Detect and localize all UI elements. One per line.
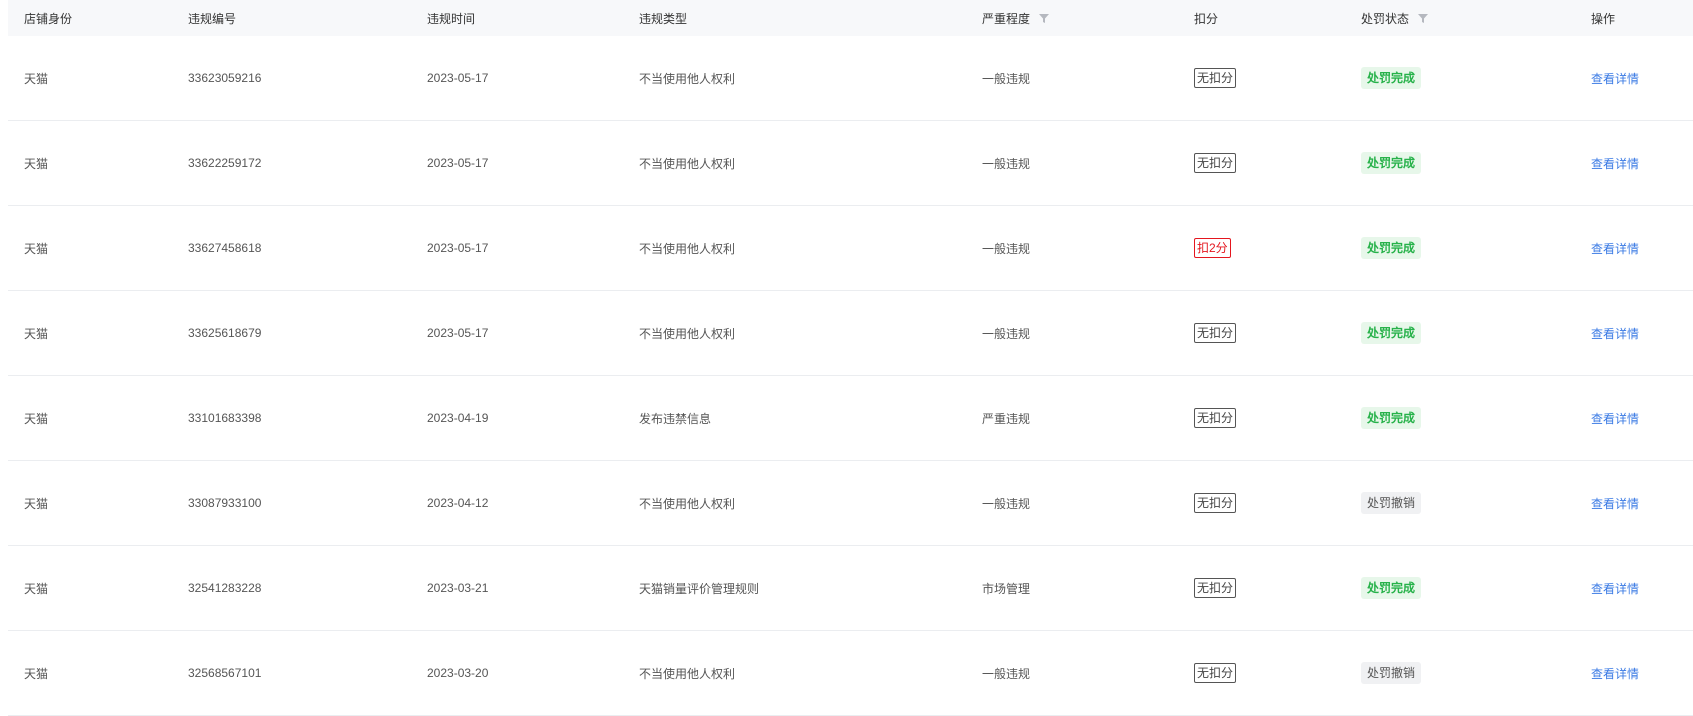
header-severity: 严重程度 [982,10,1194,27]
violation-time: 2023-05-17 [427,156,489,170]
violation-no: 32541283228 [188,581,262,595]
violation-type: 不当使用他人权利 [639,326,736,341]
status-badge: 处罚完成 [1361,322,1422,344]
severity: 一般违规 [982,496,1031,511]
shop-identity: 天猫 [24,241,49,256]
violation-no: 33623059216 [188,71,262,85]
status-badge: 处罚完成 [1361,407,1422,429]
violation-type: 不当使用他人权利 [639,496,736,511]
header-violation-no: 违规编号 [188,11,237,26]
header-shop-identity: 店铺身份 [24,11,73,26]
status-badge: 处罚完成 [1361,237,1422,259]
severity: 严重违规 [982,411,1031,426]
header-severity-label: 严重程度 [982,11,1031,26]
deduction-badge: 无扣分 [1194,493,1237,513]
view-details-link[interactable]: 查看详情 [1591,580,1639,597]
table-header: 店铺身份 违规编号 违规时间 违规类型 严重程度 扣分 处罚状态 操作 [8,0,1693,36]
violation-no: 33101683398 [188,411,262,425]
table-row: 天猫 33627458618 2023-05-17 不当使用他人权利 一般违规 扣2分 处罚… [8,206,1693,291]
shop-identity: 天猫 [24,71,49,86]
severity: 一般违规 [982,241,1031,256]
deduction-badge: 无扣分 [1194,68,1237,88]
shop-identity: 天猫 [24,666,49,681]
deduction-badge: 扣2分 [1194,238,1231,258]
violation-no: 33627458618 [188,241,262,255]
violation-time: 2023-05-17 [427,71,489,85]
violation-type: 不当使用他人权利 [639,71,736,86]
violation-time: 2023-04-12 [427,496,489,510]
violation-type: 不当使用他人权利 [639,156,736,171]
deduction-badge: 无扣分 [1194,153,1237,173]
severity: 一般违规 [982,326,1031,341]
table-row: 天猫 32568567101 2023-03-20 不当使用他人权利 一般违规 无扣分 处罚… [8,631,1693,716]
violation-type: 天猫销量评价管理规则 [639,581,760,596]
table-row: 天猫 32541283228 2023-03-21 天猫销量评价管理规则 市场管理 无扣分… [8,546,1693,631]
header-status-label: 处罚状态 [1361,11,1410,26]
deduction-badge: 无扣分 [1194,663,1237,683]
severity: 一般违规 [982,666,1031,681]
severity: 一般违规 [982,156,1031,171]
header-violation-time: 违规时间 [427,11,476,26]
shop-identity: 天猫 [24,496,49,511]
shop-identity: 天猫 [24,326,49,341]
severity: 一般违规 [982,71,1031,86]
violations-table: 店铺身份 违规编号 违规时间 违规类型 严重程度 扣分 处罚状态 操作 天猫 33… [8,0,1693,716]
table-row: 天猫 33625618679 2023-05-17 不当使用他人权利 一般违规 无扣分 处罚… [8,291,1693,376]
table-row: 天猫 33623059216 2023-05-17 不当使用他人权利 一般违规 无扣分 处罚… [8,36,1693,121]
deduction-badge: 无扣分 [1194,408,1237,428]
violation-time: 2023-05-17 [427,326,489,340]
filter-icon[interactable] [1038,12,1050,24]
violation-time: 2023-03-21 [427,581,489,595]
table-row: 天猫 33101683398 2023-04-19 发布违禁信息 严重违规 无扣分 处罚完成… [8,376,1693,461]
view-details-link[interactable]: 查看详情 [1591,665,1639,682]
violation-time: 2023-04-19 [427,411,489,425]
view-details-link[interactable]: 查看详情 [1591,155,1639,172]
violation-no: 33087933100 [188,496,262,510]
status-badge: 处罚撤销 [1361,662,1422,684]
view-details-link[interactable]: 查看详情 [1591,70,1639,87]
table-body: 天猫 33623059216 2023-05-17 不当使用他人权利 一般违规 无扣分 处罚… [8,36,1693,716]
view-details-link[interactable]: 查看详情 [1591,325,1639,342]
shop-identity: 天猫 [24,581,49,596]
violation-no: 33622259172 [188,156,262,170]
severity: 市场管理 [982,581,1031,596]
status-badge: 处罚完成 [1361,577,1422,599]
header-deduction: 扣分 [1194,11,1219,26]
view-details-link[interactable]: 查看详情 [1591,240,1639,257]
deduction-badge: 无扣分 [1194,323,1237,343]
shop-identity: 天猫 [24,411,49,426]
shop-identity: 天猫 [24,156,49,171]
filter-icon[interactable] [1417,12,1429,24]
status-badge: 处罚完成 [1361,152,1422,174]
status-badge: 处罚完成 [1361,67,1422,89]
violation-no: 33625618679 [188,326,262,340]
table-row: 天猫 33087933100 2023-04-12 不当使用他人权利 一般违规 无扣分 处罚… [8,461,1693,546]
status-badge: 处罚撤销 [1361,492,1422,514]
violation-type: 不当使用他人权利 [639,666,736,681]
deduction-badge: 无扣分 [1194,578,1237,598]
header-violation-type: 违规类型 [639,11,688,26]
table-row: 天猫 33622259172 2023-05-17 不当使用他人权利 一般违规 无扣分 处罚… [8,121,1693,206]
header-action: 操作 [1591,11,1616,26]
header-penalty-status: 处罚状态 [1361,10,1591,27]
violation-type: 不当使用他人权利 [639,241,736,256]
view-details-link[interactable]: 查看详情 [1591,495,1639,512]
violation-time: 2023-05-17 [427,241,489,255]
view-details-link[interactable]: 查看详情 [1591,410,1639,427]
violation-type: 发布违禁信息 [639,411,712,426]
